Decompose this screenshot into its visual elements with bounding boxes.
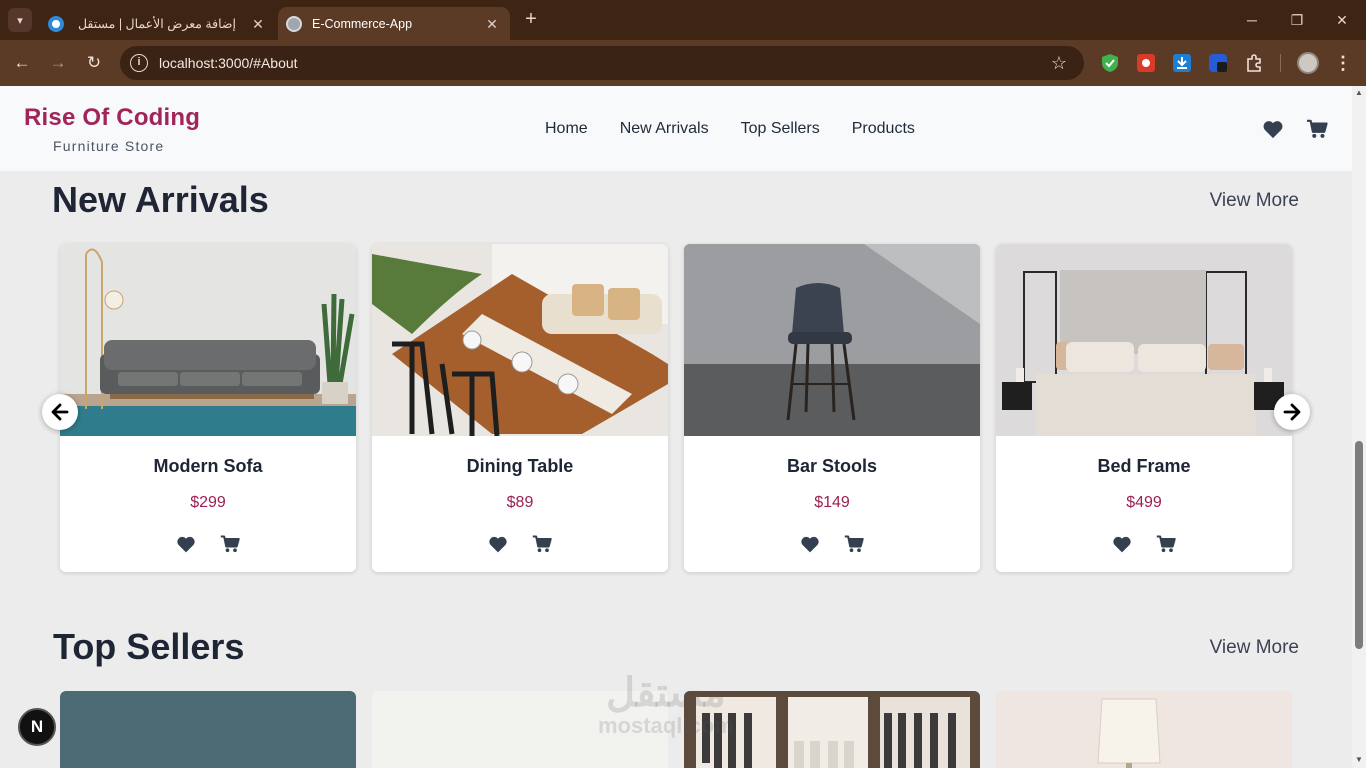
carousel-prev-button[interactable] [42,394,78,430]
cart-icon[interactable] [844,534,864,554]
globe-favicon-icon [286,15,302,32]
heart-icon[interactable] [176,534,196,554]
close-window-icon[interactable]: ✕ [1330,8,1354,32]
heart-icon[interactable] [800,534,820,554]
cart-icon[interactable] [1156,534,1176,554]
product-actions [996,534,1292,554]
download-extension-icon[interactable] [1172,53,1192,73]
product-name: Modern Sofa [153,456,263,476]
devtools-extension-icon[interactable] [1136,53,1156,73]
lamp-photo [996,691,1292,768]
product-card[interactable]: Dining Table $89 [372,244,668,572]
heart-icon[interactable] [488,534,508,554]
bookmark-star-icon[interactable]: ☆ [1048,52,1070,74]
address-bar[interactable]: i localhost:3000/#About ☆ [120,46,1084,80]
heart-icon[interactable] [1112,534,1132,554]
new-arrivals-view-more-link[interactable]: View More [1210,190,1299,212]
nav-new-arrivals[interactable]: New Arrivals [620,120,709,138]
profile-avatar[interactable] [1297,52,1319,74]
product-actions [60,534,356,554]
blue-extension-icon[interactable] [1208,53,1228,73]
heart-icon[interactable] [1262,119,1284,139]
browser-tab-ecommerce[interactable]: E-Commerce-App ✕ [278,7,510,40]
nav-home[interactable]: Home [545,120,588,138]
bed-photo [996,244,1292,436]
product-price: $499 [1126,494,1162,511]
cart-icon[interactable] [220,534,240,554]
product-name: Dining Table [466,456,574,476]
page-scrollbar[interactable]: ▲ ▼ [1352,86,1366,768]
close-icon[interactable]: ✕ [250,16,266,32]
top-sellers-view-more-link[interactable]: View More [1210,637,1299,659]
mostaql-favicon-icon [48,15,64,32]
scroll-up-icon[interactable]: ▲ [1355,89,1363,97]
carousel-next-button[interactable] [1274,394,1310,430]
reload-icon[interactable]: ↻ [83,52,105,74]
top-seller-card[interactable] [60,691,356,768]
browser-toolbar: ← → ↻ i localhost:3000/#About ☆ ⋮ [0,40,1366,86]
site-info-icon[interactable]: i [130,54,148,72]
tab-search-button[interactable]: ▾ [8,8,32,32]
arrow-right-icon [1283,403,1301,421]
new-tab-button[interactable]: + [520,9,542,31]
product-card[interactable]: Modern Sofa $299 [60,244,356,572]
tab-title: E-Commerce-App [312,16,413,31]
product-card[interactable]: Bed Frame $499 [996,244,1292,572]
product-price: $299 [190,494,226,511]
nav-top-sellers[interactable]: Top Sellers [741,120,820,138]
main-nav: Home New Arrivals Top Sellers Products [545,120,915,138]
dining-table-photo [372,244,668,436]
minimize-icon[interactable]: ─ [1240,8,1264,32]
scroll-down-icon[interactable]: ▼ [1355,756,1363,764]
browser-menu-icon[interactable]: ⋮ [1334,52,1352,74]
product-price: $89 [506,494,534,511]
product-name: Bed Frame [1097,456,1191,476]
tab-title: إضافة معرض الأعمال | مستقل [77,17,236,31]
address-url[interactable]: localhost:3000/#About [159,55,1048,71]
shield-extension-icon[interactable] [1100,53,1120,73]
nextjs-dev-badge[interactable]: N [18,708,56,746]
mostaql-watermark: مستقل mostaql.com [598,671,734,738]
brand-logo[interactable]: Rise Of Coding [24,104,200,132]
sofa-photo [60,244,356,436]
extensions-puzzle-icon[interactable] [1244,53,1264,73]
new-arrivals-title: New Arrivals [52,179,269,220]
restore-icon[interactable]: ❐ [1285,8,1309,32]
page-viewport: Rise Of Coding Furniture Store Home New … [0,86,1352,768]
brand-tagline: Furniture Store [53,138,165,154]
product-name: Bar Stools [786,456,878,476]
browser-tab-mostaql[interactable]: إضافة معرض الأعمال | مستقل ✕ [40,7,276,40]
nav-products[interactable]: Products [852,120,915,138]
browser-tab-strip: ▾ إضافة معرض الأعمال | مستقل ✕ E-Commerc… [0,0,1366,40]
back-icon[interactable]: ← [11,52,33,74]
site-header: Rise Of Coding Furniture Store Home New … [0,86,1352,171]
arrow-left-icon [51,403,69,421]
product-card[interactable]: Bar Stools $149 [684,244,980,572]
cart-icon[interactable] [532,534,552,554]
toolbar-divider [1280,54,1281,72]
cart-icon[interactable] [1306,119,1328,139]
top-seller-card[interactable] [996,691,1292,768]
product-actions [684,534,980,554]
bar-stool-photo [684,244,980,436]
product-price: $149 [814,494,850,511]
forward-icon[interactable]: → [47,52,69,74]
product-actions [372,534,668,554]
close-icon[interactable]: ✕ [484,16,500,32]
top-sellers-title: Top Sellers [53,626,245,667]
scroll-thumb[interactable] [1355,441,1363,649]
